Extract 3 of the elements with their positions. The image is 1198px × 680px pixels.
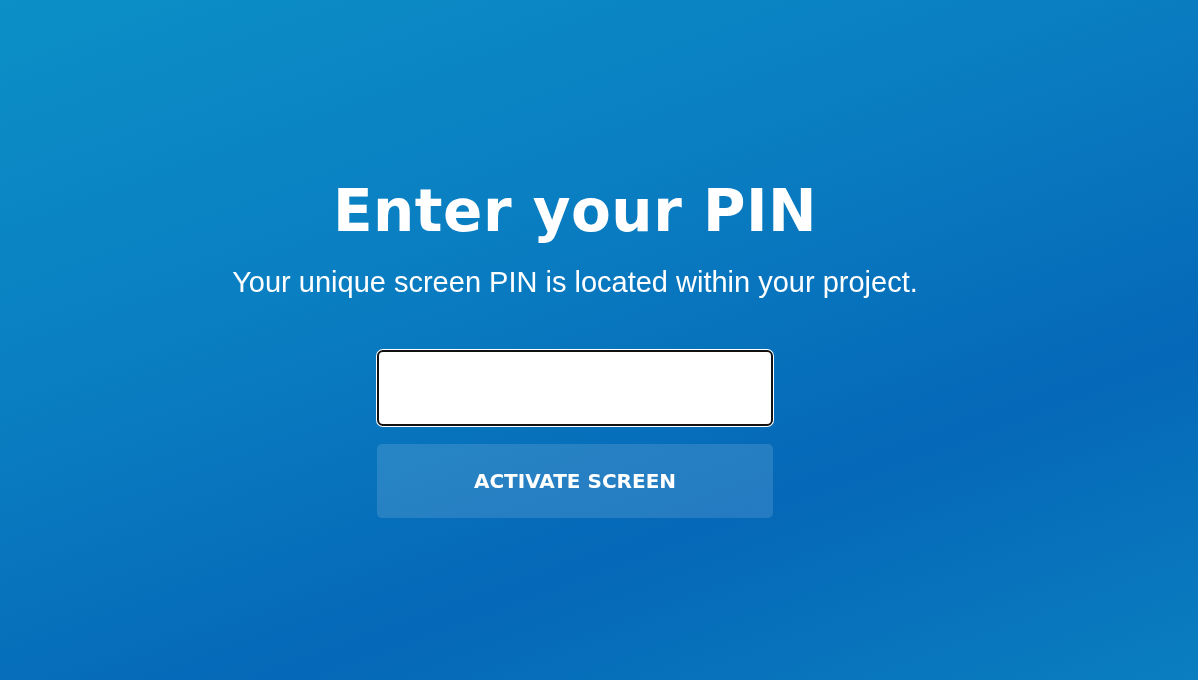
subtitle-text: Your unique screen PIN is located within your project. bbox=[232, 265, 918, 300]
pin-input-field[interactable] bbox=[377, 350, 773, 426]
page-title: Enter your PIN bbox=[332, 178, 818, 244]
